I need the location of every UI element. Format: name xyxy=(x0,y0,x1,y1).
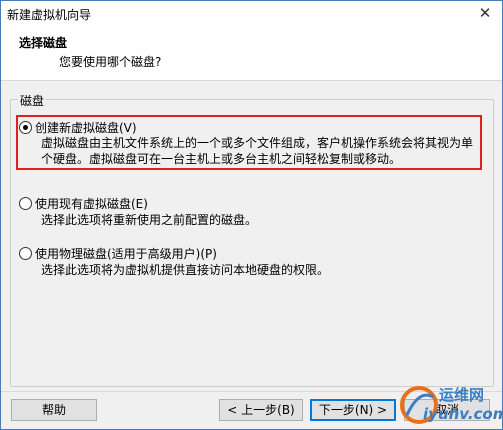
title-bar: 新建虚拟机向导 ✕ xyxy=(1,1,502,26)
help-button[interactable]: 帮助 xyxy=(11,399,97,421)
back-button[interactable]: < 上一步(B) xyxy=(219,399,303,421)
radio-use-existing-disk[interactable] xyxy=(19,197,32,210)
use-existing-disk-label[interactable]: 使用现有虚拟磁盘(E) xyxy=(35,195,148,212)
window-title: 新建虚拟机向导 xyxy=(7,8,92,22)
wizard-header: 选择磁盘 您要使用哪个磁盘? xyxy=(1,26,502,81)
create-new-disk-desc: 虚拟磁盘由主机文件系统上的一个或多个文件组成，客户机操作系统会将其视为单个硬盘。… xyxy=(41,136,474,166)
watermark-text-2: iyunv.com xyxy=(423,405,503,423)
radio-create-new-disk[interactable] xyxy=(19,121,32,134)
next-button[interactable]: 下一步(N) > xyxy=(310,399,396,421)
disk-group-label: 磁盘 xyxy=(18,92,47,109)
watermark-text-1: 运维网 xyxy=(439,386,485,404)
radio-use-physical-disk[interactable] xyxy=(19,247,32,260)
use-physical-disk-label[interactable]: 使用物理磁盘(适用于高级用户)(P) xyxy=(35,245,217,262)
use-existing-disk-desc: 选择此选项将重新使用之前配置的磁盘。 xyxy=(41,213,258,227)
page-subtitle: 您要使用哪个磁盘? xyxy=(59,55,162,69)
use-physical-disk-desc: 选择此选项将为虚拟机提供直接访问本地硬盘的权限。 xyxy=(41,263,330,277)
create-new-disk-label[interactable]: 创建新虚拟磁盘(V) xyxy=(35,119,137,136)
close-icon[interactable]: ✕ xyxy=(474,3,496,23)
page-title: 选择磁盘 xyxy=(19,36,68,50)
new-vm-wizard-window: 新建虚拟机向导 ✕ 选择磁盘 您要使用哪个磁盘? 磁盘 创建新虚拟磁盘(V) 虚… xyxy=(0,0,503,430)
